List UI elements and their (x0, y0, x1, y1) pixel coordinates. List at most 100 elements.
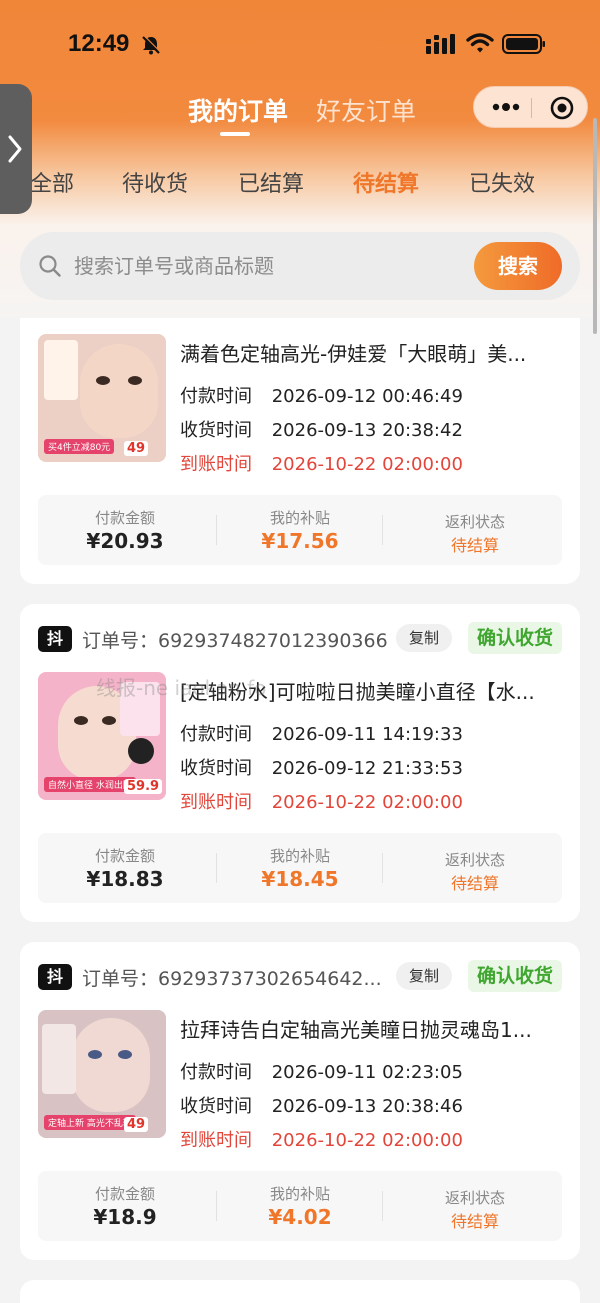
rebate-status-value: 待结算 (450, 1212, 499, 1231)
wifi-icon (466, 33, 494, 53)
order-number-value: 6929374827012390366 (158, 630, 388, 652)
subsidy-value: ¥17.56 (261, 529, 339, 553)
order-stats: 付款金额 ¥20.93 我的补贴 ¥17.56 返利状态 待结算 (38, 495, 562, 565)
divider (382, 515, 383, 545)
subsidy-value: ¥4.02 (268, 1205, 332, 1229)
product-thumbnail[interactable]: 买4件立减80元 49 (38, 334, 166, 462)
copy-order-button[interactable]: 复制 (396, 962, 452, 990)
pay-amount-value: ¥20.93 (86, 529, 164, 553)
order-card[interactable]: 抖 订单号：69293737302654642... 复制 确认收货 定轴上新 … (20, 942, 580, 1260)
pay-time-row: 付款时间 2026-09-11 14:19:33 (180, 720, 463, 746)
side-drawer-handle[interactable] (0, 84, 32, 214)
divider (382, 1191, 383, 1221)
battery-icon (502, 34, 545, 54)
mute-bell-icon (142, 35, 161, 55)
arrival-time-row: 到账时间 2026-10-22 02:00:00 (180, 450, 463, 476)
order-header: 抖 订单号：6929374827012390366 复制 确认收货 (38, 622, 562, 654)
tab-pending-settlement[interactable]: 待结算 (353, 166, 419, 198)
thumb-promo-tag: 自然小直径 水润出圈 (44, 777, 136, 792)
subsidy-label: 我的补贴 (269, 509, 330, 527)
pay-time-row: 付款时间 2026-09-12 00:46:49 (180, 382, 463, 408)
more-icon[interactable] (490, 97, 522, 117)
watermark-text: 线报-ne iaokan fo (96, 676, 267, 700)
pay-time-value: 2026-09-12 00:46:49 (271, 386, 463, 407)
product-title[interactable]: 拉拜诗告白定轴高光美瞳日抛灵魂岛1... (180, 1014, 560, 1043)
pay-amount-value: ¥18.83 (86, 867, 164, 891)
status-tabs: 全部 待收货 已结算 待结算 已失效 (0, 166, 600, 206)
receive-time-label: 收货时间 (180, 1096, 252, 1117)
search-input[interactable] (74, 250, 454, 282)
miniprogram-capsule (473, 86, 588, 128)
order-number-label: 订单号： (82, 968, 159, 990)
pay-amount-stat: 付款金额 ¥18.9 (38, 1171, 212, 1241)
receive-time-value: 2026-09-13 20:38:46 (271, 1096, 463, 1117)
search-bar: 搜索 (20, 232, 580, 300)
pay-time-value: 2026-09-11 02:23:05 (271, 1062, 463, 1083)
divider (382, 853, 383, 883)
tab-expired[interactable]: 已失效 (469, 166, 535, 198)
pay-time-label: 付款时间 (180, 386, 252, 407)
order-card[interactable] (20, 1280, 580, 1303)
tab-pending-receipt[interactable]: 待收货 (122, 166, 188, 198)
subsidy-label: 我的补贴 (269, 1185, 330, 1203)
thumb-price: 49 (124, 1117, 149, 1132)
rebate-status-label: 返利状态 (444, 513, 505, 531)
order-stats: 付款金额 ¥18.9 我的补贴 ¥4.02 返利状态 待结算 (38, 1171, 562, 1241)
pay-amount-label: 付款金额 (94, 509, 155, 527)
scrollbar[interactable] (593, 118, 597, 334)
thumb-price: 59.9 (124, 779, 163, 794)
arrival-time-value: 2026-10-22 02:00:00 (271, 792, 463, 813)
rebate-status-label: 返利状态 (444, 851, 505, 869)
pay-amount-value: ¥18.9 (93, 1205, 157, 1229)
arrival-time-row: 到账时间 2026-10-22 02:00:00 (180, 788, 463, 814)
subsidy-stat: 我的补贴 ¥18.45 (213, 833, 387, 903)
pay-time-label: 付款时间 (180, 1062, 252, 1083)
arrival-time-label: 到账时间 (180, 454, 252, 475)
pay-amount-label: 付款金额 (94, 1185, 155, 1203)
subsidy-stat: 我的补贴 ¥17.56 (213, 495, 387, 565)
arrival-time-label: 到账时间 (180, 792, 252, 813)
copy-order-button[interactable]: 复制 (396, 624, 452, 652)
chevron-right-icon (8, 135, 22, 163)
arrival-time-label: 到账时间 (180, 1130, 252, 1151)
receive-time-row: 收货时间 2026-09-13 20:38:42 (180, 416, 463, 442)
tab-settled[interactable]: 已结算 (238, 166, 304, 198)
order-header: 抖 订单号：69293737302654642... 复制 确认收货 (38, 960, 562, 992)
arrival-time-value: 2026-10-22 02:00:00 (271, 454, 463, 475)
pay-amount-stat: 付款金额 ¥20.93 (38, 495, 212, 565)
rebate-status-label: 返利状态 (444, 1189, 505, 1207)
tab-friend-orders[interactable]: 好友订单 (316, 92, 416, 128)
pay-time-label: 付款时间 (180, 724, 252, 745)
pay-time-row: 付款时间 2026-09-11 02:23:05 (180, 1058, 463, 1084)
arrival-time-row: 到账时间 2026-10-22 02:00:00 (180, 1126, 463, 1152)
rebate-status-value: 待结算 (450, 536, 499, 555)
product-title[interactable]: 满着色定轴高光-伊娃爱「大眼萌」美... (180, 338, 560, 367)
close-miniprogram-icon[interactable] (550, 96, 574, 120)
order-stats: 付款金额 ¥18.83 我的补贴 ¥18.45 返利状态 待结算 (38, 833, 562, 903)
active-tab-indicator (220, 132, 250, 136)
confirm-receipt-badge[interactable]: 确认收货 (468, 960, 562, 992)
status-bar: 12:49 (0, 28, 600, 64)
pay-amount-stat: 付款金额 ¥18.83 (38, 833, 212, 903)
subsidy-stat: 我的补贴 ¥4.02 (213, 1171, 387, 1241)
product-thumbnail[interactable]: 定轴上新 高光不乱转 49 (38, 1010, 166, 1138)
tab-all[interactable]: 全部 (30, 166, 74, 198)
confirm-receipt-badge[interactable]: 确认收货 (468, 622, 562, 654)
tab-my-orders[interactable]: 我的订单 (188, 92, 288, 128)
order-number: 订单号：6929374827012390366 (82, 626, 388, 653)
receive-time-label: 收货时间 (180, 758, 252, 779)
order-card[interactable]: 抖 订单号：6929374827012390366 复制 确认收货 自然小直径 … (20, 604, 580, 922)
arrival-time-value: 2026-10-22 02:00:00 (271, 1130, 463, 1151)
search-button[interactable]: 搜索 (474, 242, 562, 290)
capsule-divider (531, 98, 532, 118)
order-number-label: 订单号： (82, 630, 159, 652)
status-time: 12:49 (68, 30, 130, 57)
receive-time-row: 收货时间 2026-09-12 21:33:53 (180, 754, 463, 780)
thumb-promo-tag: 定轴上新 高光不乱转 (44, 1115, 136, 1130)
rebate-stat: 返利状态 待结算 (388, 1171, 562, 1241)
douyin-logo-icon: 抖 (38, 626, 72, 652)
subsidy-value: ¥18.45 (261, 867, 339, 891)
receive-time-label: 收货时间 (180, 420, 252, 441)
order-card[interactable]: 买4件立减80元 49 满着色定轴高光-伊娃爱「大眼萌」美... 付款时间 20… (20, 300, 580, 584)
rebate-status-value: 待结算 (450, 874, 499, 893)
